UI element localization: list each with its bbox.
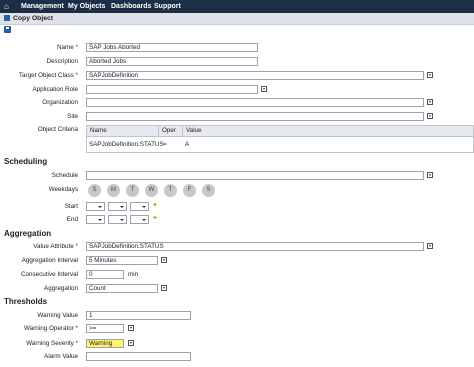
start-minute-select[interactable]	[108, 202, 127, 211]
criteria-cell-value[interactable]: A	[185, 140, 189, 149]
weekday-friday[interactable]: F	[183, 184, 196, 197]
organization-label: Organization	[42, 99, 78, 106]
end-hour-select[interactable]	[86, 215, 105, 224]
consecutive-interval-input[interactable]: 0	[86, 270, 124, 279]
warning-severity-dropdown-icon[interactable]	[128, 340, 134, 346]
description-label: Description	[46, 58, 79, 65]
aggregation-interval-input[interactable]: 5 Minutes	[86, 256, 158, 265]
warning-value-label: Warning Value	[37, 312, 78, 319]
target-class-label: Target Object Class *	[18, 72, 78, 79]
name-label: Name *	[57, 44, 78, 51]
start-clear-icon[interactable]: ✦	[152, 201, 158, 209]
schedule-input[interactable]	[86, 171, 424, 180]
page-title: Copy Object	[13, 15, 54, 22]
aggregation-interval-dropdown-icon[interactable]	[161, 257, 167, 263]
scheduling-heading: Scheduling	[4, 157, 48, 166]
criteria-header: Name Oper Value	[87, 126, 473, 137]
consecutive-interval-label: Consecutive Interval	[20, 271, 78, 278]
description-input[interactable]: Aborted Jobs	[86, 57, 258, 66]
value-attribute-dropdown-icon[interactable]	[427, 243, 433, 249]
aggregation-input[interactable]: Count	[86, 284, 158, 293]
warning-value-input[interactable]: 1	[86, 311, 191, 320]
target-class-input[interactable]: SAPJobDefinition	[86, 71, 424, 80]
save-icon[interactable]	[4, 26, 11, 33]
end-ampm-select[interactable]	[130, 215, 149, 224]
nav-dashboards[interactable]: Dashboards	[111, 0, 151, 13]
alarm-value-input[interactable]	[86, 352, 191, 361]
criteria-col-oper[interactable]: Oper	[159, 126, 183, 136]
site-input[interactable]	[86, 112, 424, 121]
start-hour-select[interactable]	[86, 202, 105, 211]
page-header: Copy Object	[0, 13, 474, 25]
schedule-label: Schedule	[51, 172, 78, 179]
alarm-value-label: Alarm Value	[44, 353, 78, 360]
criteria-col-value[interactable]: Value	[183, 126, 223, 136]
start-ampm-select[interactable]	[130, 202, 149, 211]
aggregation-dropdown-icon[interactable]	[161, 285, 167, 291]
aggregation-heading: Aggregation	[4, 229, 52, 238]
weekday-thursday[interactable]: T	[164, 184, 177, 197]
end-clear-icon[interactable]: ✦	[152, 214, 158, 222]
warning-operator-dropdown-icon[interactable]	[128, 325, 134, 331]
app-role-input[interactable]	[86, 85, 258, 94]
aggregation-interval-label: Aggregation Interval	[21, 257, 78, 264]
criteria-col-name[interactable]: Name	[87, 126, 159, 136]
warning-operator-input[interactable]: >=	[86, 324, 124, 333]
aggregation-label: Aggregation	[44, 285, 78, 292]
weekday-tuesday[interactable]: T	[126, 184, 139, 197]
consecutive-unit: min	[128, 271, 139, 278]
criteria-cell-name[interactable]: SAPJobDefinition.STATUS	[89, 140, 164, 149]
value-attribute-label: Value Attribute *	[33, 243, 78, 250]
site-dropdown-icon[interactable]	[427, 113, 433, 119]
weekdays-label: Weekdays	[48, 186, 78, 193]
weekday-saturday[interactable]: S	[202, 184, 215, 197]
weekday-sunday[interactable]: S	[88, 184, 101, 197]
app-role-dropdown-icon[interactable]	[261, 86, 267, 92]
object-icon	[4, 15, 10, 21]
schedule-dropdown-icon[interactable]	[427, 172, 433, 178]
end-label: End	[66, 216, 78, 223]
target-class-dropdown-icon[interactable]	[427, 72, 433, 78]
organization-dropdown-icon[interactable]	[427, 99, 433, 105]
app-role-label: Application Role	[32, 86, 78, 93]
object-criteria-label: Object Criteria	[37, 126, 78, 133]
name-input[interactable]: SAP Jobs Aborted	[86, 43, 258, 52]
criteria-cell-oper[interactable]: =	[163, 140, 167, 149]
site-label: Site	[67, 113, 78, 120]
thresholds-heading: Thresholds	[4, 297, 48, 306]
end-minute-select[interactable]	[108, 215, 127, 224]
warning-severity-input[interactable]: Warning	[86, 339, 124, 348]
nav-management[interactable]: Management	[21, 0, 64, 13]
top-nav-bar: ⌂ Management My Objects Dashboards Suppo…	[0, 0, 474, 13]
object-criteria-grid: Name Oper Value SAPJobDefinition.STATUS …	[86, 125, 474, 153]
value-attribute-input[interactable]: SAPJobDefinition.STATUS	[86, 242, 424, 251]
organization-input[interactable]	[86, 98, 424, 107]
start-label: Start	[64, 203, 78, 210]
weekday-wednesday[interactable]: W	[145, 184, 158, 197]
weekday-monday[interactable]: M	[107, 184, 120, 197]
warning-operator-label: Warning Operator *	[23, 325, 78, 332]
nav-support[interactable]: Support	[154, 0, 181, 13]
home-icon[interactable]: ⌂	[4, 2, 13, 11]
warning-severity-label: Warning Severity *	[26, 340, 78, 347]
nav-my-objects[interactable]: My Objects	[68, 0, 105, 13]
